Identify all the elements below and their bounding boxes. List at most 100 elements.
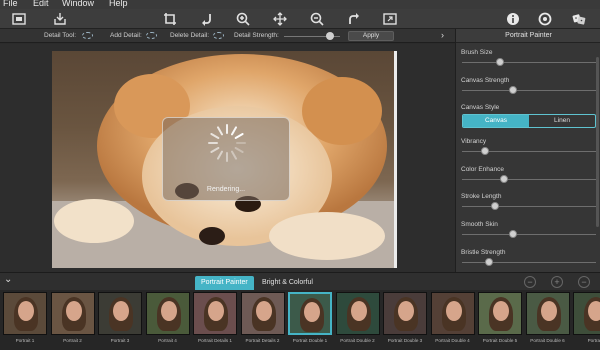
spinner-tick [234, 133, 244, 139]
rotate-right-icon[interactable] [346, 11, 362, 27]
brush-size-slider[interactable] [462, 62, 596, 63]
filmstrip-thumbnail[interactable] [288, 292, 332, 335]
thumbnail-face [398, 301, 414, 321]
filmstrip-thumbnail[interactable] [193, 292, 237, 335]
brush-size-label: Brush Size [461, 49, 493, 56]
thumbnail-face [445, 301, 462, 321]
tab-portrait-painter[interactable]: Portrait Painter [195, 276, 254, 290]
image-open-icon[interactable] [11, 11, 27, 27]
menu-file[interactable]: File [3, 0, 18, 9]
thumbnail-caption: Portrait Double 3 [387, 338, 423, 343]
spinner-tick [210, 133, 220, 139]
thumbnail-face [540, 301, 557, 321]
tab-bright-colorful[interactable]: Bright & Colorful [256, 276, 319, 290]
menu-help[interactable]: Help [109, 0, 128, 9]
thumbnail-caption: Portrait Double 2 [340, 338, 375, 343]
minus-circle-icon[interactable]: − [524, 276, 536, 288]
stroke-length-label: Stroke Length [461, 193, 502, 200]
chevron-down-icon[interactable]: ⌄ [4, 274, 12, 285]
thumbnail-face [18, 301, 34, 321]
apply-button[interactable]: Apply [348, 31, 394, 41]
thumbnail-caption: Portrait Double 5 [482, 338, 518, 343]
filmstrip-thumbnail[interactable] [430, 292, 475, 335]
thumbnail-caption: Portrait Double 6 [530, 338, 565, 343]
settings-panel: Portrait Painter Brush Size Canvas Stren… [455, 29, 600, 272]
settings-icon[interactable] [537, 11, 553, 27]
filmstrip-thumbnail[interactable] [573, 292, 600, 335]
thumbnail-face [255, 301, 272, 321]
thumbnail-caption: Portrait Double 4 [435, 338, 470, 343]
thumbnail-caption: Portrait [587, 338, 600, 343]
thumbnail-caption: Portrait Details 1 [198, 338, 232, 343]
plus-circle-icon[interactable]: + [551, 276, 563, 288]
filmstrip-thumbnail[interactable] [525, 292, 570, 335]
spinner-tick [234, 147, 244, 153]
stroke-length-knob[interactable] [490, 202, 499, 210]
zoom-in-icon[interactable] [235, 11, 251, 27]
vibrancy-label: Vibrancy [461, 138, 487, 145]
smooth-skin-slider[interactable] [462, 234, 596, 235]
canvas-strength-knob[interactable] [508, 86, 517, 94]
zoom-out-icon[interactable] [309, 11, 325, 27]
bristle-strength-slider[interactable] [462, 262, 596, 263]
minus-circle-icon[interactable]: − [578, 276, 590, 288]
thumbnail-face [160, 301, 177, 321]
color-enhance-slider[interactable] [462, 179, 596, 180]
color-enhance-label: Color Enhance [461, 166, 504, 173]
canvas-style-canvas[interactable]: Canvas [463, 115, 529, 127]
rotate-left-icon[interactable] [199, 11, 215, 27]
menu-window[interactable]: Window [62, 0, 94, 9]
detail-strength-label: Detail Strength: [234, 32, 279, 39]
detail-tool-icon[interactable] [82, 32, 93, 39]
toolbar [0, 9, 600, 29]
spinner-tick [231, 150, 237, 160]
chevron-right-icon[interactable]: › [441, 30, 444, 40]
color-enhance-knob[interactable] [499, 175, 508, 183]
thumbnail-face [208, 301, 224, 321]
detail-strength-knob[interactable] [325, 32, 334, 40]
vibrancy-knob[interactable] [480, 147, 489, 155]
menu-edit[interactable]: Edit [33, 0, 49, 9]
crop-icon[interactable] [162, 11, 178, 27]
stroke-length-slider[interactable] [462, 206, 596, 207]
canvas-strength-slider[interactable] [462, 90, 596, 91]
pan-move-icon[interactable] [272, 11, 288, 27]
filmstrip-thumbnail[interactable] [3, 292, 47, 335]
canvas-style-label: Canvas Style [461, 104, 500, 111]
menu-bar: File Edit Window Help [0, 0, 600, 9]
thumbnail-face [350, 301, 367, 321]
bristle-strength-knob[interactable] [484, 258, 493, 266]
thumbnail-caption: Portrait 2 [63, 338, 82, 343]
canvas-style-linen[interactable]: Linen [529, 115, 595, 127]
filmstrip: Portrait 1 Portrait 2 Portrait 3 Portrait 4… [0, 290, 600, 350]
save-export-icon[interactable] [52, 11, 68, 27]
spinner-tick [210, 147, 220, 153]
spinner-tick [217, 150, 223, 160]
filmstrip-thumbnail[interactable] [383, 292, 427, 335]
spinner-tick [217, 126, 223, 136]
add-detail-icon[interactable] [146, 32, 157, 39]
filmstrip-thumbnail[interactable] [335, 292, 380, 335]
panel-scrollbar[interactable] [596, 57, 599, 227]
smooth-skin-knob[interactable] [508, 230, 517, 238]
filmstrip-thumbnail[interactable] [145, 292, 190, 335]
filmstrip-thumbnail[interactable] [98, 292, 142, 335]
loading-spinner-icon [208, 124, 246, 162]
brush-size-knob[interactable] [496, 58, 505, 66]
delete-detail-label: Delete Detail: [170, 32, 210, 39]
filmstrip-thumbnail[interactable] [478, 292, 522, 335]
canvas-style-toggle: Canvas Linen [462, 114, 596, 128]
thumbnail-caption: Portrait Details 2 [245, 338, 280, 343]
info-icon[interactable] [505, 11, 521, 27]
add-detail-label: Add Detail: [110, 32, 142, 39]
dice-random-icon[interactable] [571, 11, 587, 27]
delete-detail-icon[interactable] [213, 32, 224, 39]
thumbnail-caption: Portrait 3 [110, 338, 130, 343]
detail-tool-label: Detail Tool: [44, 32, 77, 39]
filmstrip-thumbnail[interactable] [240, 292, 285, 335]
filmstrip-thumbnail[interactable] [50, 292, 95, 335]
thumbnail-face [65, 301, 82, 321]
spinner-tick [231, 126, 237, 136]
filmstrip-header: ⌄ Portrait Painter Bright & Colorful − +… [0, 272, 600, 290]
fit-screen-icon[interactable] [382, 11, 398, 27]
